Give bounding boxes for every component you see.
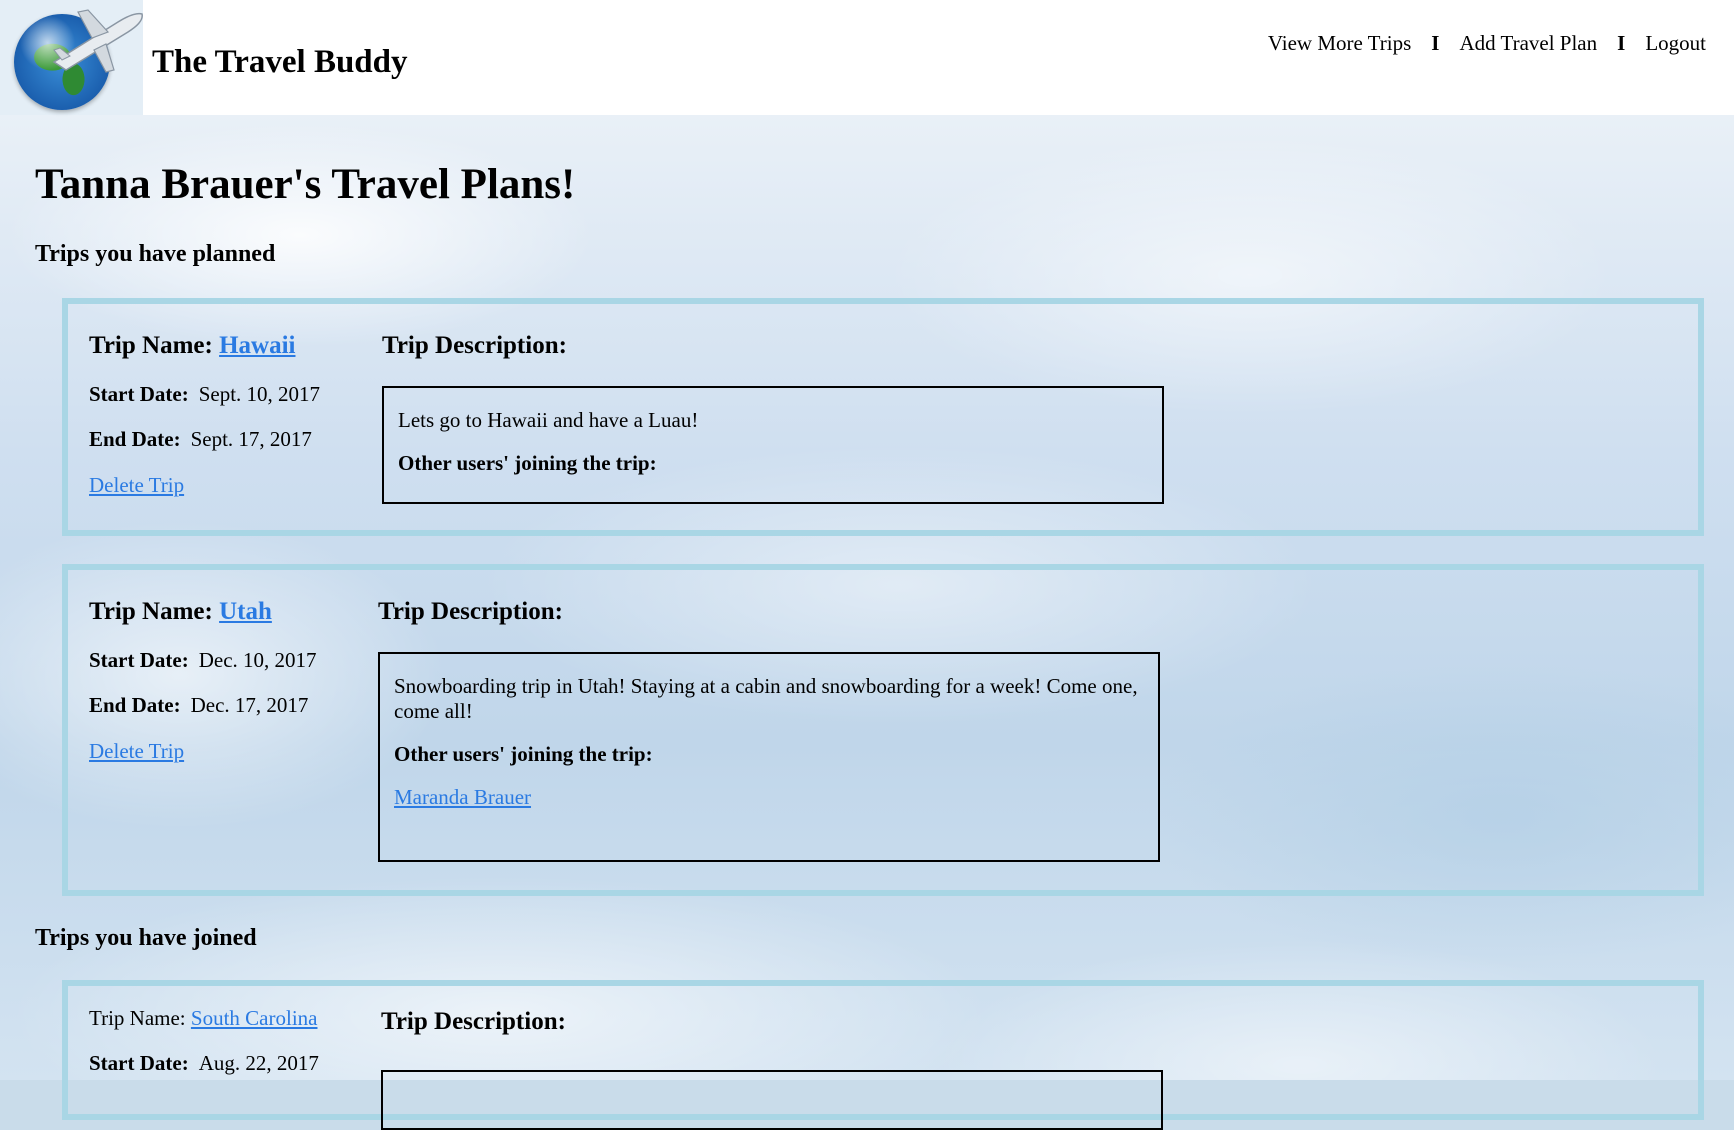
page-title: Tanna Brauer's Travel Plans!: [35, 161, 576, 208]
joiner-link[interactable]: Maranda Brauer: [394, 785, 531, 810]
start-date-value: Aug. 22, 2017: [198, 1051, 319, 1075]
nav-view-more-trips[interactable]: View More Trips: [1268, 31, 1411, 56]
trip-name-link[interactable]: Utah: [219, 598, 272, 625]
nav-add-travel-plan[interactable]: Add Travel Plan: [1459, 31, 1597, 56]
start-date-value: Sept. 10, 2017: [198, 382, 321, 406]
trip-description-text: Snowboarding trip in Utah! Staying at a …: [394, 674, 1138, 723]
airplane-icon: [52, 9, 143, 73]
start-date-label: Start Date:: [89, 1051, 189, 1075]
trip-name: Trip Name: Hawaii: [89, 332, 296, 359]
trip-card: Trip Name: Hawaii Start Date: Sept. 10, 2…: [62, 298, 1704, 536]
start-date-value: Dec. 10, 2017: [198, 648, 317, 672]
start-date-row: Start Date: Dec. 10, 2017: [89, 648, 317, 673]
delete-trip-link[interactable]: Delete Trip: [89, 739, 184, 763]
trip-description-box: Lets go to Hawaii and have a Luau! Other…: [382, 386, 1164, 504]
trip-description-heading: Trip Description:: [381, 1008, 566, 1035]
end-date-row: End Date: Dec. 17, 2017: [89, 693, 317, 718]
globe-logo-icon: [0, 0, 143, 115]
top-nav: View More Trips I Add Travel Plan I Logo…: [1268, 31, 1706, 56]
trip-description-box: Snowboarding trip in Utah! Staying at a …: [378, 652, 1160, 862]
end-date-value: Dec. 17, 2017: [190, 693, 309, 717]
nav-separator: I: [1431, 31, 1440, 55]
start-date-label: Start Date:: [89, 648, 189, 672]
end-date-label: End Date:: [89, 693, 181, 717]
end-date-label: End Date:: [89, 427, 181, 451]
nav-logout[interactable]: Logout: [1645, 31, 1706, 56]
trip-description-box: [381, 1070, 1163, 1130]
joined-trips-heading: Trips you have joined: [35, 925, 257, 951]
trip-info: Trip Name: South Carolina Start Date: Aug…: [89, 1006, 319, 1076]
nav-separator: I: [1617, 31, 1626, 55]
trip-description-text: Lets go to Hawaii and have a Luau!: [398, 408, 699, 432]
end-date-value: Sept. 17, 2017: [190, 427, 312, 451]
planned-trips-heading: Trips you have planned: [35, 241, 276, 267]
end-date-row: End Date: Sept. 17, 2017: [89, 427, 320, 452]
start-date-label: Start Date:: [89, 382, 189, 406]
site-title: The Travel Buddy: [152, 44, 408, 80]
trip-description-heading: Trip Description:: [382, 332, 567, 359]
trip-info: Trip Name: Utah Start Date: Dec. 10, 2017…: [89, 598, 317, 764]
trip-name-link[interactable]: Hawaii: [219, 332, 295, 359]
site-header: The Travel Buddy View More Trips I Add T…: [0, 0, 1734, 115]
trip-name-link[interactable]: South Carolina: [191, 1006, 318, 1030]
trip-card: Trip Name: South Carolina Start Date: Aug…: [62, 980, 1704, 1130]
joiners-label: Other users' joining the trip:: [394, 742, 653, 766]
joiners-label: Other users' joining the trip:: [398, 451, 657, 475]
start-date-row: Start Date: Aug. 22, 2017: [89, 1051, 319, 1076]
delete-trip-link[interactable]: Delete Trip: [89, 473, 184, 497]
trip-card: Trip Name: Utah Start Date: Dec. 10, 2017…: [62, 564, 1704, 896]
start-date-row: Start Date: Sept. 10, 2017: [89, 382, 320, 407]
trip-description-heading: Trip Description:: [378, 598, 563, 625]
trip-info: Trip Name: Hawaii Start Date: Sept. 10, 2…: [89, 332, 320, 498]
trip-name: Trip Name: South Carolina: [89, 1006, 318, 1030]
trip-name: Trip Name: Utah: [89, 598, 272, 625]
